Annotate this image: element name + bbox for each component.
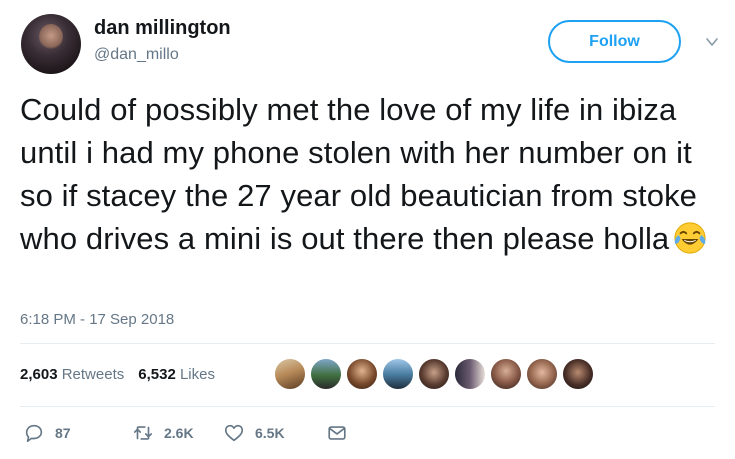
like-icon: [224, 424, 244, 442]
liker-avatar[interactable]: [489, 357, 523, 391]
face-with-tears-of-joy-icon: [674, 222, 706, 254]
divider: [20, 343, 715, 344]
likes-label: Likes: [179, 366, 215, 383]
liker-avatar[interactable]: [273, 357, 307, 391]
tweet-stats: 2,603 Retweets 6,532 Likes: [20, 366, 215, 383]
retweets-stat[interactable]: 2,603 Retweets: [20, 366, 124, 383]
liker-avatar[interactable]: [381, 357, 415, 391]
reply-count: 87: [55, 425, 71, 441]
retweet-icon: [133, 426, 153, 440]
reply-icon: [25, 424, 43, 443]
retweet-count: 2.6K: [164, 425, 194, 441]
avatar[interactable]: [21, 14, 81, 74]
retweets-label: Retweets: [61, 366, 125, 383]
reply-button[interactable]: 87: [23, 422, 71, 444]
direct-message-icon: [328, 426, 346, 440]
liker-avatar[interactable]: [453, 357, 487, 391]
user-handle[interactable]: @dan_millo: [94, 46, 179, 64]
likes-count: 6,532: [138, 366, 176, 383]
chevron-down-icon[interactable]: [704, 34, 720, 50]
tweet-text: Could of possibly met the love of my lif…: [20, 88, 710, 260]
liker-avatar[interactable]: [417, 357, 451, 391]
follow-button[interactable]: Follow: [548, 20, 681, 63]
liker-avatar[interactable]: [561, 357, 595, 391]
like-count: 6.5K: [255, 425, 285, 441]
tweet-card: dan millington @dan_millo Follow Could o…: [0, 0, 735, 459]
retweet-button[interactable]: 2.6K: [132, 422, 194, 444]
like-button[interactable]: 6.5K: [223, 422, 285, 444]
divider: [20, 406, 715, 407]
tweet-timestamp[interactable]: 6:18 PM - 17 Sep 2018: [20, 311, 174, 328]
display-name[interactable]: dan millington: [94, 17, 231, 40]
liker-avatar[interactable]: [525, 357, 559, 391]
likes-stat[interactable]: 6,532 Likes: [138, 366, 215, 383]
retweets-count: 2,603: [20, 366, 58, 383]
tweet-actions: 87 2.6K 6.5K: [20, 422, 360, 446]
tweet-body: Could of possibly met the love of my lif…: [20, 92, 698, 256]
direct-message-button[interactable]: [326, 422, 348, 444]
liker-avatar[interactable]: [309, 357, 343, 391]
liker-avatar[interactable]: [345, 357, 379, 391]
